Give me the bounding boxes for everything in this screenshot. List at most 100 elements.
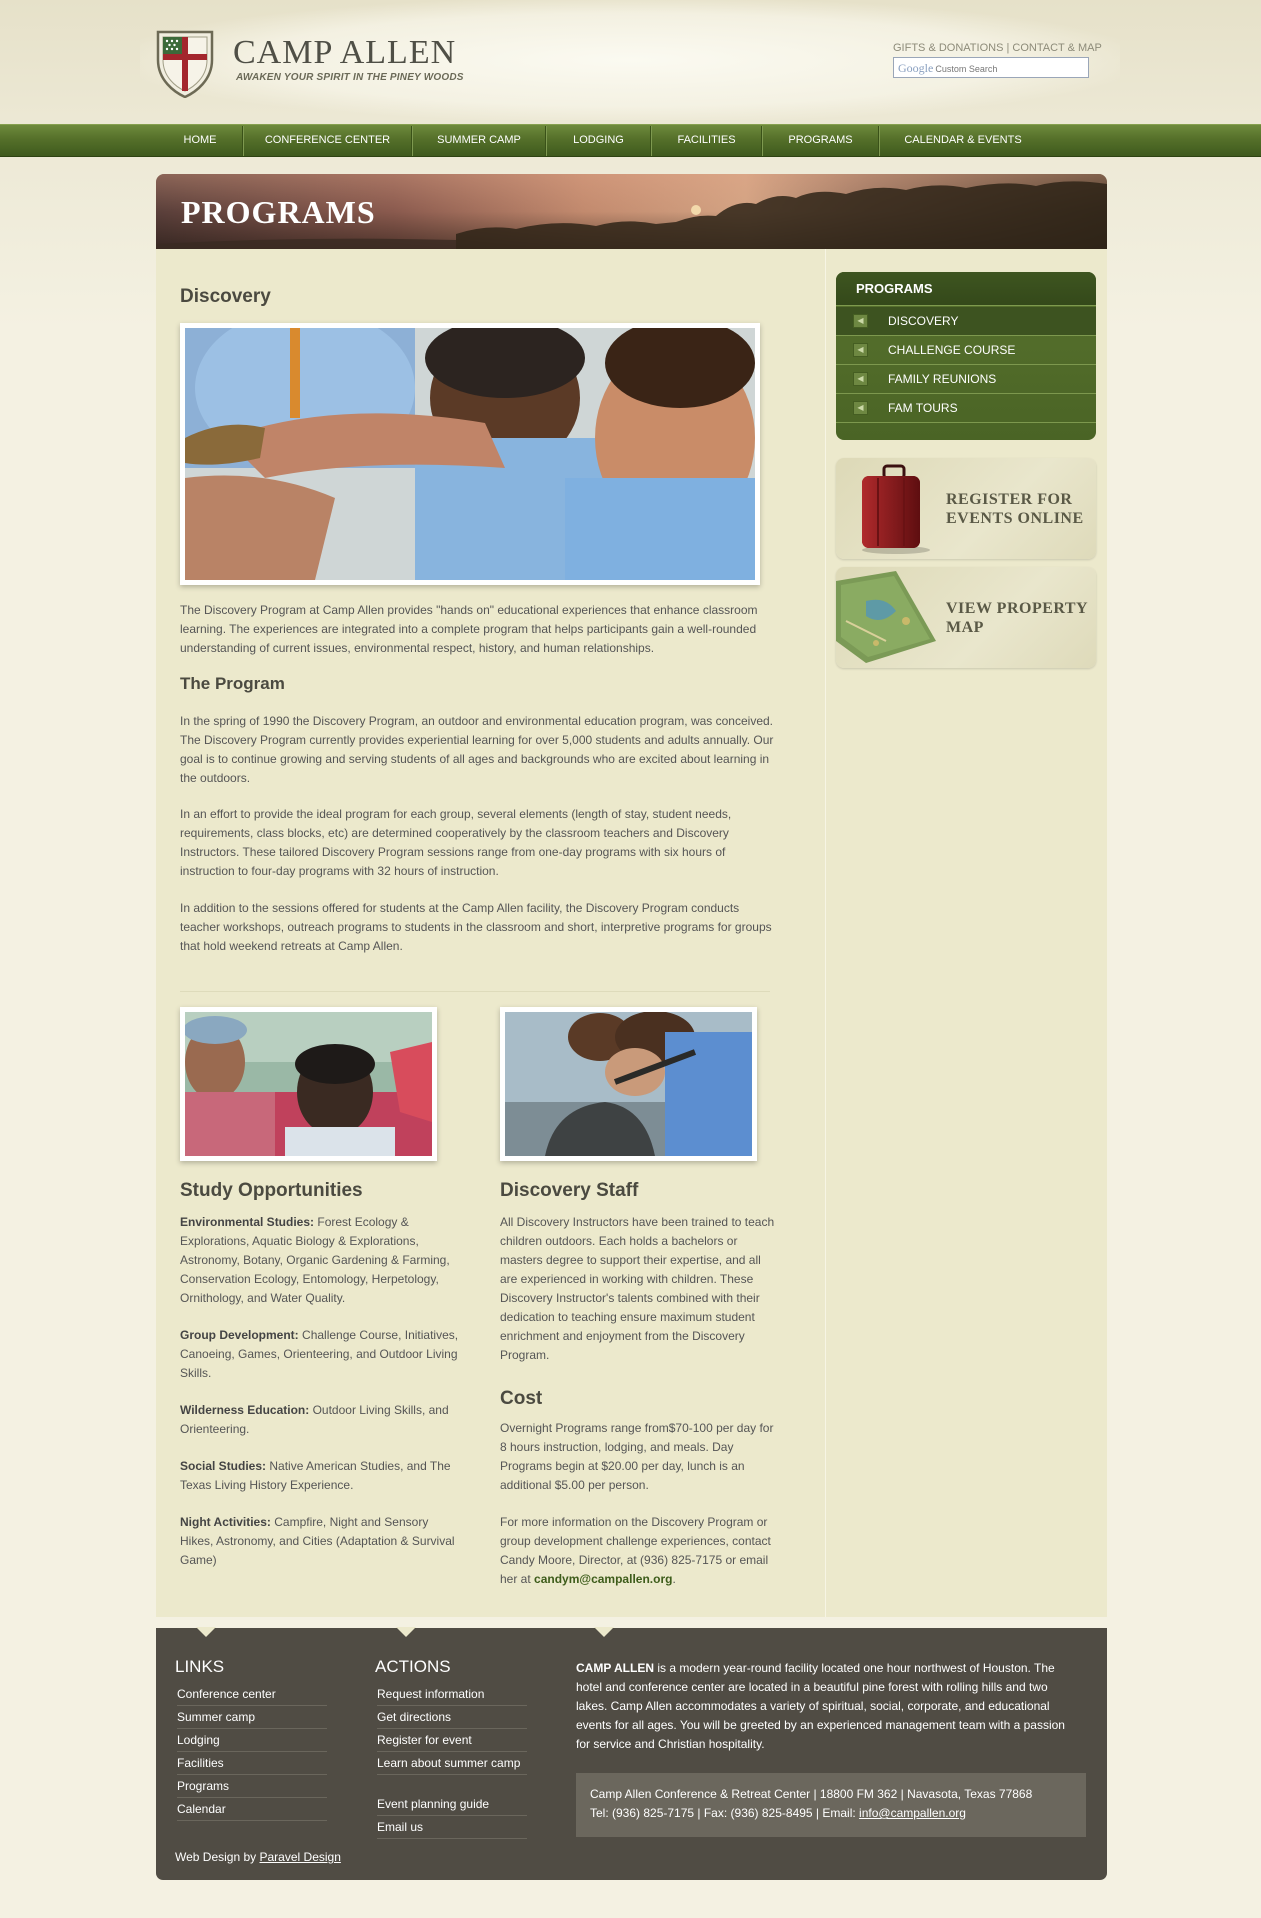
boys-with-net-at-lake-image [505,1011,752,1156]
nav-item-summer-camp[interactable]: SUMMER CAMP [413,125,545,156]
study-opportunities-photo [180,1007,437,1161]
children-with-snake-image [185,308,755,580]
study-item: Group Development: Challenge Course, Ini… [180,1326,460,1383]
study-item: Wilderness Education: Outdoor Living Ski… [180,1401,460,1439]
footer-action-request-information[interactable]: Request information [377,1687,527,1706]
section-heading-discovery-staff: Discovery Staff [500,1180,639,1201]
footer-credit-prefix: Web Design by [175,1850,260,1864]
footer-link-facilities[interactable]: Facilities [177,1756,327,1775]
footer-address: Camp Allen Conference & Retreat Center |… [590,1787,1033,1801]
nav-item-lodging[interactable]: LODGING [547,125,650,156]
section-heading-the-program: The Program [180,674,285,693]
site-footer: LINKS Conference center Summer camp Lodg… [156,1627,1107,1880]
footer-link-summer-camp[interactable]: Summer camp [177,1710,327,1729]
nav-item-calendar-events[interactable]: CALENDAR & EVENTS [880,125,1046,156]
page-title: PROGRAMS [181,194,376,230]
footer-credit: Web Design by Paravel Design [175,1850,341,1864]
program-paragraph: In an effort to provide the ideal progra… [180,807,732,878]
section-heading-study-opportunities: Study Opportunities [180,1180,363,1201]
view-property-map-button[interactable]: VIEW PROPERTY MAP [836,567,1096,668]
gifts-donations-link[interactable]: GIFTS & DONATIONS [893,42,1003,54]
nav-item-programs[interactable]: PROGRAMS [763,125,878,156]
red-suitcase-icon [862,464,930,554]
study-item-label: Wilderness Education: [180,1403,310,1417]
search-placeholder: Custom Search [935,64,998,74]
arrow-left-icon: ◀ [853,401,868,415]
sidebar-item-label: FAMILY REUNIONS [888,372,997,386]
discovery-staff-text: All Discovery Instructors have been trai… [500,1215,775,1362]
footer-about-name: CAMP ALLEN [576,1661,654,1675]
study-item-label: Night Activities: [180,1515,271,1529]
program-paragraph: In addition to the sessions offered for … [180,901,772,953]
promo-map-line: VIEW PROPERTY [946,600,1089,617]
footer-action-summer-camp[interactable]: Learn about summer camp [377,1756,527,1775]
programs-sidebar-menu: PROGRAMS ◀ DISCOVERY ◀ CHALLENGE COURSE ◀ F… [836,272,1096,440]
footer-about-text: CAMP ALLEN is a modern year-round facili… [576,1659,1076,1754]
footer-notch-marker [594,1627,614,1637]
study-item-label: Environmental Studies: [180,1215,315,1229]
study-item-label: Social Studies: [180,1459,267,1473]
footer-action-register-event[interactable]: Register for event [377,1733,527,1752]
footer-link-programs[interactable]: Programs [177,1779,327,1798]
footer-action-get-directions[interactable]: Get directions [377,1710,527,1729]
search-input[interactable]: Google Custom Search [893,57,1089,78]
study-item: Night Activities: Campfire, Night and Se… [180,1513,460,1570]
episcopal-shield-logo-icon[interactable] [156,30,214,98]
arrow-left-icon: ◀ [853,343,868,357]
sidebar-menu-title: PROGRAMS [836,272,1096,306]
footer-actions-heading: ACTIONS [375,1657,451,1676]
contact-info-text: For more information on the Discovery Pr… [500,1513,780,1589]
register-events-online-button[interactable]: REGISTER FOR EVENTS ONLINE [836,458,1096,559]
nav-item-home[interactable]: HOME [158,125,242,156]
main-navigation: HOME CONFERENCE CENTER SUMMER CAMP LODGI… [0,124,1261,157]
promo-register-line: REGISTER FOR [946,491,1073,508]
sidebar-item-label: FAM TOURS [888,401,958,415]
footer-notch-marker [196,1627,216,1637]
footer-action-email-us[interactable]: Email us [377,1820,527,1839]
footer-phone: Tel: (936) 825-7175 | Fax: (936) 825-849… [590,1806,860,1820]
arrow-left-icon: ◀ [853,314,868,328]
sidebar-item-discovery[interactable]: ◀ DISCOVERY [836,307,1096,336]
footer-link-conference-center[interactable]: Conference center [177,1687,327,1706]
nav-item-conference-center[interactable]: CONFERENCE CENTER [244,125,411,156]
contact-map-link[interactable]: CONTACT & MAP [1012,42,1101,54]
promo-register-line: EVENTS ONLINE [946,510,1084,527]
site-logo-title[interactable]: CAMP ALLEN [233,34,456,72]
footer-email-link[interactable]: info@campallen.org [859,1806,966,1820]
utility-links: GIFTS & DONATIONS | CONTACT & MAP [893,42,1102,54]
sidebar-item-challenge-course[interactable]: ◀ CHALLENGE COURSE [836,336,1096,365]
sidebar-item-label: CHALLENGE COURSE [888,343,1016,357]
promo-register-label: REGISTER FOR EVENTS ONLINE [946,490,1084,528]
footer-links-heading: LINKS [175,1657,225,1676]
footer-contact-box: Camp Allen Conference & Retreat Center |… [576,1773,1086,1837]
discovery-intro-text: The Discovery Program at Camp Allen prov… [180,603,758,655]
sidebar-divider [825,249,826,1617]
content-divider [180,991,770,992]
director-email-link[interactable]: candym@campallen.org [534,1572,672,1586]
footer-link-calendar[interactable]: Calendar [177,1802,327,1821]
promo-map-label: VIEW PROPERTY MAP [946,599,1088,637]
promo-map-line: MAP [946,619,984,636]
google-logo-icon: Google [898,61,934,75]
study-item: Social Studies: Native American Studies,… [180,1457,460,1495]
nav-item-facilities[interactable]: FACILITIES [652,125,761,156]
study-item: Environmental Studies: Forest Ecology & … [180,1213,460,1308]
property-map-icon [836,571,936,663]
section-heading-cost: Cost [500,1388,543,1409]
page-banner: PROGRAMS [156,174,1107,249]
footer-phone-line: Tel: (936) 825-7175 | Fax: (936) 825-849… [590,1804,1072,1823]
sidebar-item-label: DISCOVERY [888,314,959,328]
footer-notch-marker [396,1627,416,1637]
contact-text-end: . [672,1572,676,1586]
cost-text: Overnight Programs range from$70-100 per… [500,1421,774,1492]
discovery-staff-photo [500,1007,757,1161]
program-paragraph: In the spring of 1990 the Discovery Prog… [180,714,774,785]
paravel-design-link[interactable]: Paravel Design [260,1850,341,1864]
sidebar-item-family-reunions[interactable]: ◀ FAMILY REUNIONS [836,365,1096,394]
discovery-main-photo [180,308,760,585]
footer-action-event-planning-guide[interactable]: Event planning guide [377,1797,527,1816]
section-heading-discovery: Discovery [180,286,271,307]
footer-link-lodging[interactable]: Lodging [177,1733,327,1752]
sidebar-item-fam-tours[interactable]: ◀ FAM TOURS [836,394,1096,423]
study-item-label: Group Development: [180,1328,299,1342]
